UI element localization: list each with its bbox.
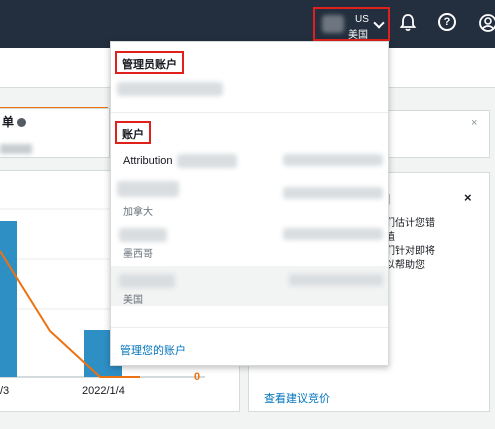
manage-accounts-link[interactable]: 管理您的账户 — [120, 342, 186, 358]
redacted-account-name — [119, 274, 175, 288]
account-country-label: 墨西哥 — [123, 249, 153, 260]
account-item-mexico[interactable]: 墨西哥 — [111, 224, 388, 264]
account-dropdown: 管理员账户 账户 Attribution 加拿大 墨西哥 美国 管理您的账户 — [110, 41, 389, 366]
notice-card: × — [388, 110, 490, 158]
account-country-label: 加拿大 — [123, 207, 153, 218]
summary-card: 单 — [0, 108, 110, 158]
redacted-account-name — [177, 154, 237, 168]
redacted-value — [0, 144, 32, 154]
summary-card-title: 单 — [2, 115, 15, 129]
help-icon[interactable]: ? — [438, 13, 460, 35]
account-switcher-button[interactable]: US 美国 — [313, 7, 390, 41]
redacted-account-name — [117, 181, 179, 197]
account-avatar-redacted — [322, 15, 344, 33]
zero-value-label: 0 — [194, 371, 201, 383]
recommendation-text: 们估计您错 值 们针对即将 以帮助您 — [385, 218, 435, 271]
user-icon[interactable] — [478, 13, 495, 35]
redacted-account-id — [283, 187, 383, 199]
redacted-account-id — [283, 228, 383, 240]
redacted-admin-account[interactable] — [117, 82, 223, 96]
account-item-us[interactable]: 美国 — [111, 266, 388, 306]
bell-icon[interactable] — [398, 13, 420, 35]
chevron-down-icon — [373, 17, 385, 29]
x-tick-label: 2022/1/4 — [82, 385, 125, 397]
account-country-label: 美国 — [123, 295, 143, 306]
close-icon[interactable]: × — [471, 117, 477, 129]
redacted-account-id — [283, 154, 383, 166]
account-code: US — [355, 14, 369, 25]
x-tick-label: /3 — [0, 385, 10, 397]
accounts-header: 账户 — [115, 121, 151, 144]
divider — [111, 327, 388, 328]
attribution-account-label[interactable]: Attribution — [123, 155, 173, 167]
account-region: 美国 — [348, 30, 368, 41]
bar-1 — [0, 221, 17, 377]
redacted-account-name — [119, 228, 167, 242]
divider — [111, 112, 388, 113]
redacted-account-id — [289, 274, 383, 286]
close-icon[interactable]: × — [464, 190, 472, 205]
view-bid-recommendation-link[interactable]: 查看建议竞价 — [264, 390, 330, 406]
admin-accounts-header: 管理员账户 — [115, 51, 184, 74]
account-item-canada[interactable]: 加拿大 — [111, 177, 388, 218]
info-icon[interactable] — [17, 118, 27, 128]
help-glyph: ? — [438, 13, 456, 31]
